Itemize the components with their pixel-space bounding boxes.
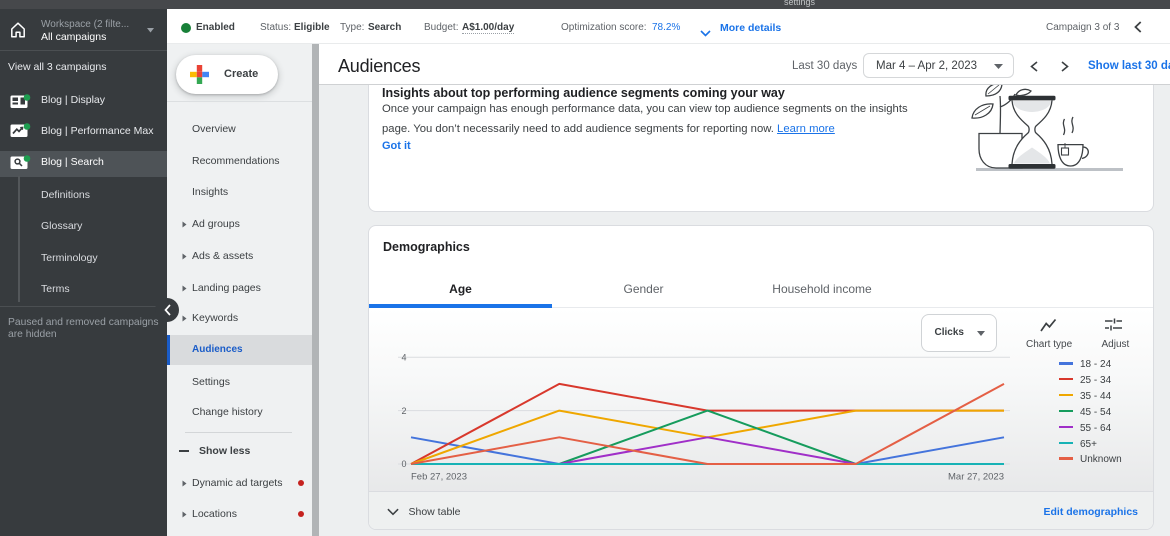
svg-text:Mar 27, 2023: Mar 27, 2023 <box>948 472 1004 483</box>
svg-text:2: 2 <box>401 406 406 416</box>
svg-text:0: 0 <box>401 459 406 469</box>
svg-text:4: 4 <box>401 353 406 363</box>
svg-text:Feb 27, 2023: Feb 27, 2023 <box>411 472 467 483</box>
